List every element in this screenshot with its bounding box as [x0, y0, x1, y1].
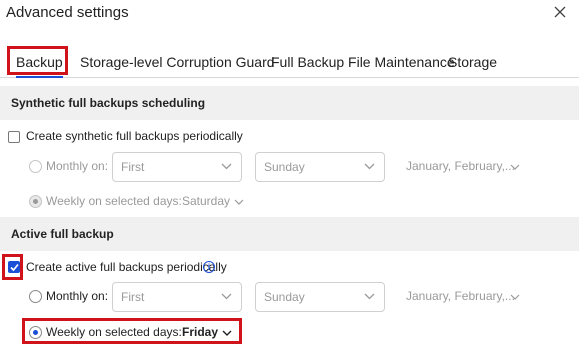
chevron-down-icon — [222, 330, 232, 336]
chevron-down-icon — [221, 293, 232, 300]
synthetic-monthly-week-value: First — [121, 160, 145, 174]
chevron-down-icon — [510, 164, 520, 170]
chevron-down-icon — [364, 163, 375, 170]
chevron-down-icon — [510, 294, 520, 300]
active-weekly-day-value: Friday — [182, 325, 219, 339]
active-monthly-months-dropdown[interactable]: January, February,... — [406, 289, 520, 305]
synthetic-monthly-week-select[interactable]: First — [112, 152, 242, 182]
active-monthly-day-select[interactable]: Sunday — [255, 282, 385, 312]
chevron-down-icon — [221, 163, 232, 170]
synthetic-monthly-months-value: January, February,... — [406, 159, 515, 173]
tab-full-backup-file-maintenance[interactable]: Full Backup File Maintenance — [271, 46, 455, 78]
synthetic-weekly-label: Weekly on selected days: — [46, 194, 182, 208]
chevron-down-icon — [364, 293, 375, 300]
active-monthly-week-value: First — [121, 290, 145, 304]
section-header-synthetic: Synthetic full backups scheduling — [0, 86, 579, 120]
chevron-down-icon — [234, 199, 244, 205]
active-weekly-day-dropdown[interactable]: Friday — [182, 325, 232, 341]
active-checkbox[interactable] — [8, 261, 20, 273]
active-monthly-week-select[interactable]: First — [112, 282, 242, 312]
synthetic-checkbox[interactable] — [8, 131, 20, 143]
active-monthly-label: Monthly on: — [46, 289, 109, 303]
checkmark-icon — [10, 263, 19, 272]
active-monthly-radio[interactable] — [29, 290, 42, 303]
active-weekly-label: Weekly on selected days: — [46, 325, 182, 339]
active-weekly-radio[interactable] — [29, 326, 42, 339]
dialog-title: Advanced settings — [6, 4, 129, 21]
active-checkbox-label: Create active full backups periodically — [26, 260, 227, 274]
synthetic-monthly-day-value: Sunday — [264, 160, 305, 174]
synthetic-monthly-label: Monthly on: — [46, 159, 109, 173]
active-monthly-day-value: Sunday — [264, 290, 305, 304]
synthetic-weekly-radio[interactable] — [29, 195, 42, 208]
synthetic-monthly-months-dropdown[interactable]: January, February,... — [406, 159, 520, 175]
synthetic-weekly-day-value: Saturday — [182, 194, 231, 208]
active-monthly-months-value: January, February,... — [406, 289, 515, 303]
synthetic-monthly-day-select[interactable]: Sunday — [255, 152, 385, 182]
synthetic-weekly-day-dropdown[interactable]: Saturday — [182, 194, 244, 210]
section-header-active: Active full backup — [0, 217, 579, 251]
tab-backup[interactable]: Backup — [16, 46, 63, 78]
info-icon[interactable]: i — [203, 261, 215, 273]
synthetic-monthly-radio[interactable] — [29, 160, 42, 173]
synthetic-checkbox-label: Create synthetic full backups periodical… — [26, 129, 243, 143]
close-icon[interactable] — [553, 5, 567, 19]
tab-bar: Backup Storage-level Corruption Guard Fu… — [0, 46, 579, 78]
tab-storage-level-corruption-guard[interactable]: Storage-level Corruption Guard — [80, 46, 275, 78]
tab-storage[interactable]: Storage — [448, 46, 497, 78]
